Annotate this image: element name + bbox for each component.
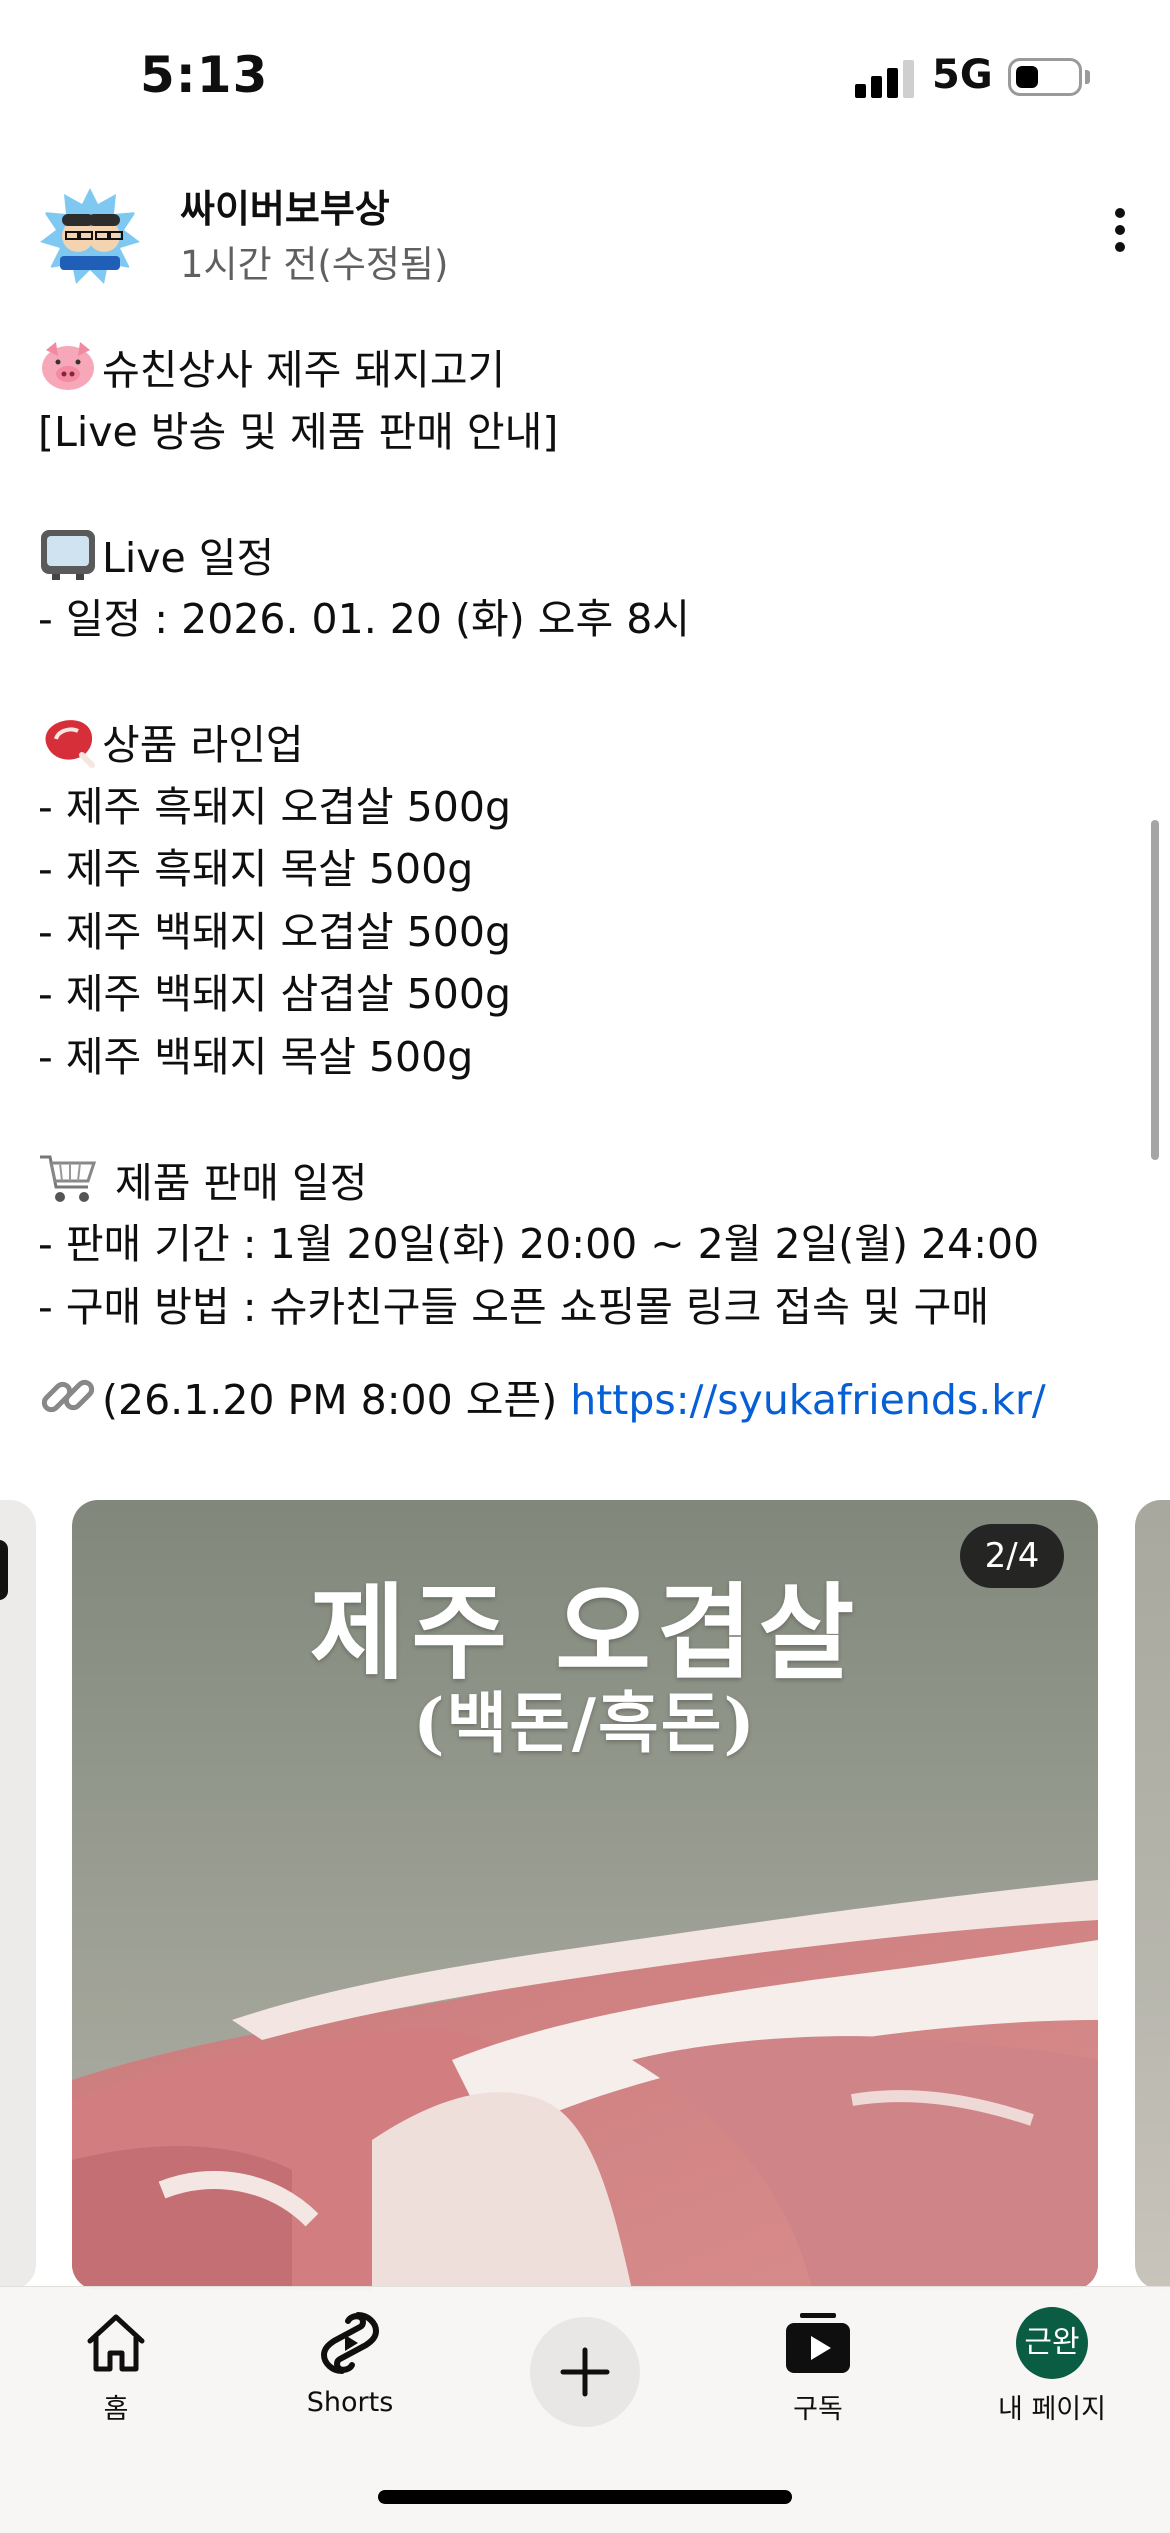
carousel-previous-card[interactable] (0, 1500, 36, 2290)
nav-home-label: 홈 (103, 2394, 129, 2425)
nav-subscriptions[interactable]: 구독 (718, 2307, 918, 2426)
post-line: 슈친상사 제주 돼지고기 (38, 338, 1138, 401)
plus-icon (560, 2347, 610, 2397)
nav-subscriptions-label: 구독 (793, 2394, 843, 2425)
post-line-text: 제품 판매 일정 (102, 1158, 368, 1207)
shopping-cart-icon (40, 1155, 97, 1202)
post-line: - 제주 흑돼지 목살 500g (38, 845, 474, 893)
nav-profile-label: 내 페이지 (998, 2394, 1106, 2425)
post-line-text: 슈친상사 제주 돼지고기 (102, 346, 506, 394)
post-line-text: Live 일정 (102, 533, 275, 582)
post-line: - 제주 백돼지 삼겹살 500g (38, 970, 511, 1018)
nav-profile[interactable]: 근완 내 페이지 (952, 2307, 1152, 2426)
battery-icon (1008, 58, 1082, 96)
post-line: - 제주 흑돼지 오겹살 500g (38, 782, 511, 831)
channel-avatar[interactable] (40, 186, 140, 286)
post-line: - 제주 백돼지 목살 500g (38, 1032, 474, 1081)
nav-shorts[interactable]: Shorts (250, 2307, 450, 2418)
link-icon (41, 1379, 95, 1413)
profile-avatar: 근완 (1016, 2307, 1088, 2379)
post-body: 슈친상사 제주 돼지고기 [Live 방송 및 제품 판매 안내] Live 일… (38, 338, 1138, 1431)
status-bar: 5:13 5G (0, 0, 1170, 150)
subscriptions-icon (786, 2313, 850, 2373)
image-carousel[interactable]: 제주 오겹살 (백돈/흑돈) 2/4 (0, 1500, 1170, 2290)
pig-face-icon (42, 342, 94, 390)
post-line: 제품 판매 일정 (38, 1151, 1138, 1214)
network-type: 5G (932, 52, 993, 98)
cut-of-meat-icon (45, 720, 95, 768)
post-line: - 제주 백돼지 오겹살 500g (38, 907, 511, 956)
previous-arrow-icon[interactable] (0, 1540, 8, 1600)
status-time: 5:13 (140, 46, 269, 104)
home-indicator[interactable] (378, 2490, 792, 2504)
carousel-next-card[interactable] (1135, 1500, 1170, 2290)
image-subtitle: (백돈/흑돈) (413, 1684, 757, 1762)
page-counter: 2/4 (960, 1524, 1064, 1588)
home-icon (87, 2314, 145, 2372)
post-line-text: 상품 라인업 (102, 721, 304, 769)
shop-link[interactable]: https://syukafriends.kr/ (570, 1376, 1045, 1424)
post-line: Live 일정 (38, 526, 1138, 589)
channel-name[interactable]: 싸이버보부상 (180, 178, 390, 233)
signal-bars-icon (855, 58, 915, 98)
post-line: - 판매 기간 : 1월 20일(화) 20:00 ~ 2월 2일(월) 24:… (38, 1220, 1040, 1268)
nav-home[interactable]: 홈 (16, 2307, 216, 2426)
post-line: - 구매 방법 : 슈카친구들 오픈 쇼핑몰 링크 접속 및 구매 (38, 1282, 990, 1331)
post-line: [Live 방송 및 제품 판매 안내] (38, 407, 559, 456)
post-line: 상품 라인업 (38, 713, 1138, 776)
battery-tip (1085, 70, 1090, 84)
television-icon (41, 529, 95, 580)
shorts-icon (320, 2312, 380, 2374)
scroll-indicator[interactable] (1151, 820, 1159, 1160)
nav-shorts-label: Shorts (306, 2387, 394, 2418)
create-button[interactable] (530, 2317, 640, 2427)
post-line-text: (26.1.20 PM 8:00 오픈) (102, 1376, 571, 1424)
post-timestamp: 1시간 전(수정됨) (180, 243, 449, 286)
more-vertical-icon[interactable] (1100, 200, 1140, 260)
post-line: - 일정 : 2026. 01. 20 (화) 오후 8시 (38, 595, 691, 643)
post-link-line: (26.1.20 PM 8:00 오픈) https://syukafriend… (38, 1368, 1138, 1431)
carousel-image[interactable]: 제주 오겹살 (백돈/흑돈) 2/4 (72, 1500, 1098, 2290)
